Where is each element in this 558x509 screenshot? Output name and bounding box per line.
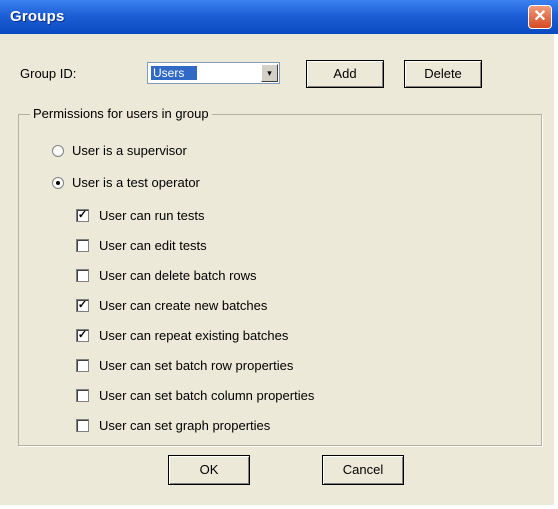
permissions-title: Permissions for users in group	[30, 106, 212, 121]
permission-checkbox[interactable]: ✓	[76, 329, 89, 342]
window-title: Groups	[10, 8, 65, 25]
permission-label[interactable]: User can repeat existing batches	[99, 328, 288, 343]
role-label[interactable]: User is a test operator	[72, 175, 200, 190]
permission-checkbox[interactable]	[76, 239, 89, 252]
permission-label[interactable]: User can set batch column properties	[99, 388, 314, 403]
permission-label[interactable]: User can run tests	[99, 208, 205, 223]
close-icon[interactable]: ✕	[528, 5, 552, 29]
group-id-value[interactable]: Users	[151, 66, 197, 80]
group-id-label: Group ID:	[20, 66, 77, 81]
permission-label[interactable]: User can set graph properties	[99, 418, 270, 433]
add-button[interactable]: Add	[306, 60, 384, 88]
delete-button[interactable]: Delete	[404, 60, 482, 88]
ok-button[interactable]: OK	[168, 455, 250, 485]
permission-checkbox[interactable]	[76, 359, 89, 372]
permission-label[interactable]: User can set batch row properties	[99, 358, 293, 373]
permission-checkbox[interactable]	[76, 389, 89, 402]
permission-label[interactable]: User can edit tests	[99, 238, 207, 253]
permission-label[interactable]: User can create new batches	[99, 298, 267, 313]
permission-checkbox[interactable]	[76, 269, 89, 282]
chevron-down-icon[interactable]: ▾	[261, 64, 278, 82]
group-id-combo[interactable]: Users ▾	[147, 62, 280, 84]
title-bar[interactable]: Groups ✕	[0, 0, 558, 34]
permission-checkbox[interactable]	[76, 419, 89, 432]
permission-checkbox[interactable]: ✓	[76, 209, 89, 222]
cancel-button[interactable]: Cancel	[322, 455, 404, 485]
role-radio[interactable]	[52, 177, 64, 189]
role-label[interactable]: User is a supervisor	[72, 143, 187, 158]
role-radio[interactable]	[52, 145, 64, 157]
permission-checkbox[interactable]: ✓	[76, 299, 89, 312]
permission-label[interactable]: User can delete batch rows	[99, 268, 257, 283]
